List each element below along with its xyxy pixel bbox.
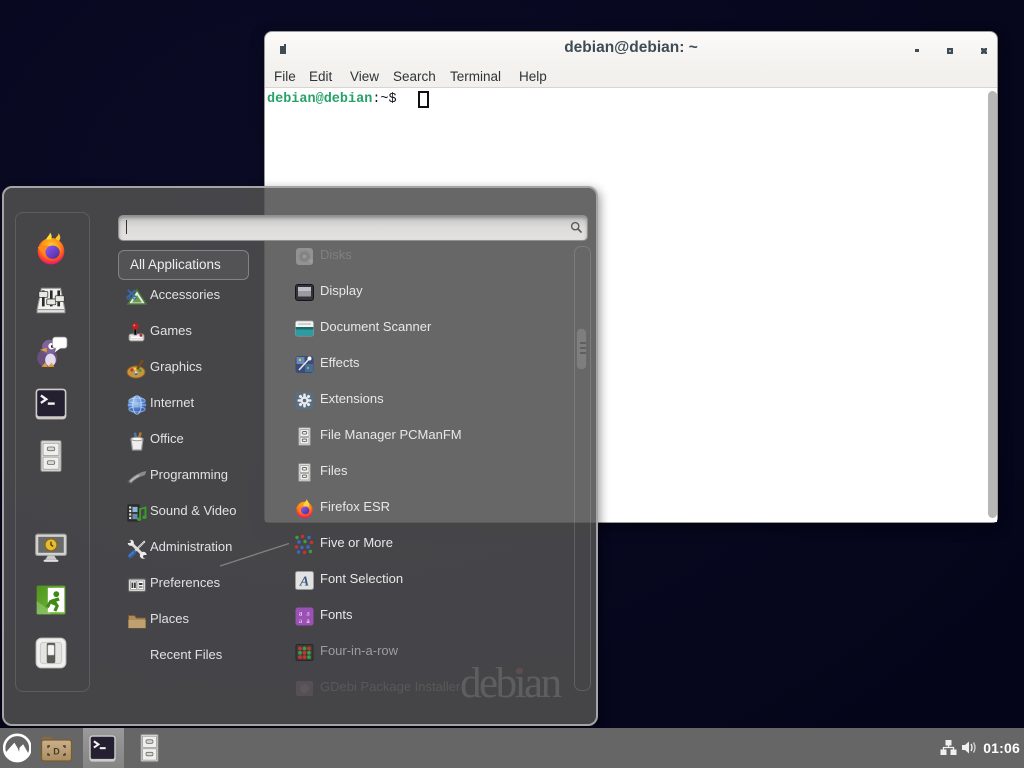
svg-text:A: A bbox=[299, 575, 309, 590]
svg-text:D: D bbox=[53, 747, 60, 757]
